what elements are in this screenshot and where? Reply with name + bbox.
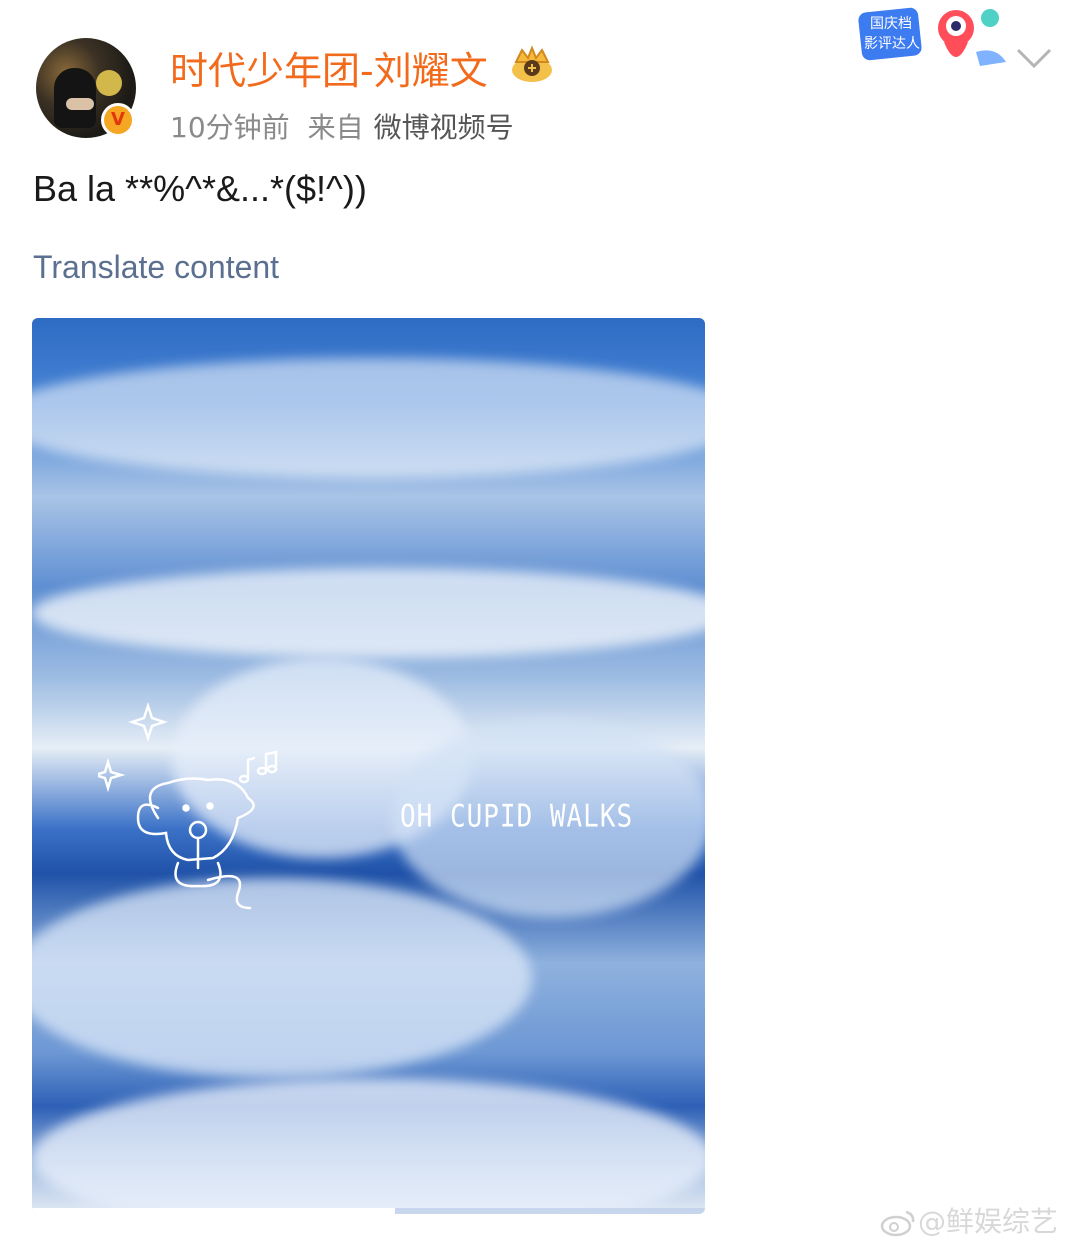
translate-link[interactable]: Translate content xyxy=(33,249,279,286)
badge-line1: 国庆档 xyxy=(870,16,912,32)
post-meta: 10分钟前 来自 微博视频号 xyxy=(170,106,514,146)
cloud-shape xyxy=(32,568,705,658)
watermark-text: @鲜娱综艺 xyxy=(918,1205,1059,1238)
dog-doodle xyxy=(98,702,278,910)
video-player[interactable]: OH CUPID WALKS xyxy=(32,318,705,1214)
video-progress-fill xyxy=(32,1208,396,1214)
author-name[interactable]: 时代少年团-刘耀文 xyxy=(170,40,488,95)
verified-v-icon: V xyxy=(101,103,135,137)
weibo-logo-icon xyxy=(880,1210,915,1237)
source-app[interactable]: 微博视频号 xyxy=(374,111,514,144)
cloud-shape xyxy=(32,1078,705,1214)
avatar-hand xyxy=(66,98,94,110)
crown-icon xyxy=(512,45,552,82)
cloud-shape xyxy=(32,358,705,478)
post-time: 10分钟前 xyxy=(170,111,290,144)
post-text: Ba la **%^*&...*($!^)) xyxy=(33,168,367,209)
reviewer-badge[interactable]: 国庆档 影评达人 xyxy=(856,2,1014,76)
badge-line2: 影评达人 xyxy=(864,36,920,52)
chevron-down-icon[interactable] xyxy=(1014,44,1054,74)
video-caption: OH CUPID WALKS xyxy=(400,799,634,835)
source-prefix: 来自 xyxy=(307,111,364,144)
avatar-toy xyxy=(96,70,122,96)
watermark: @鲜娱综艺 xyxy=(878,1200,1058,1240)
